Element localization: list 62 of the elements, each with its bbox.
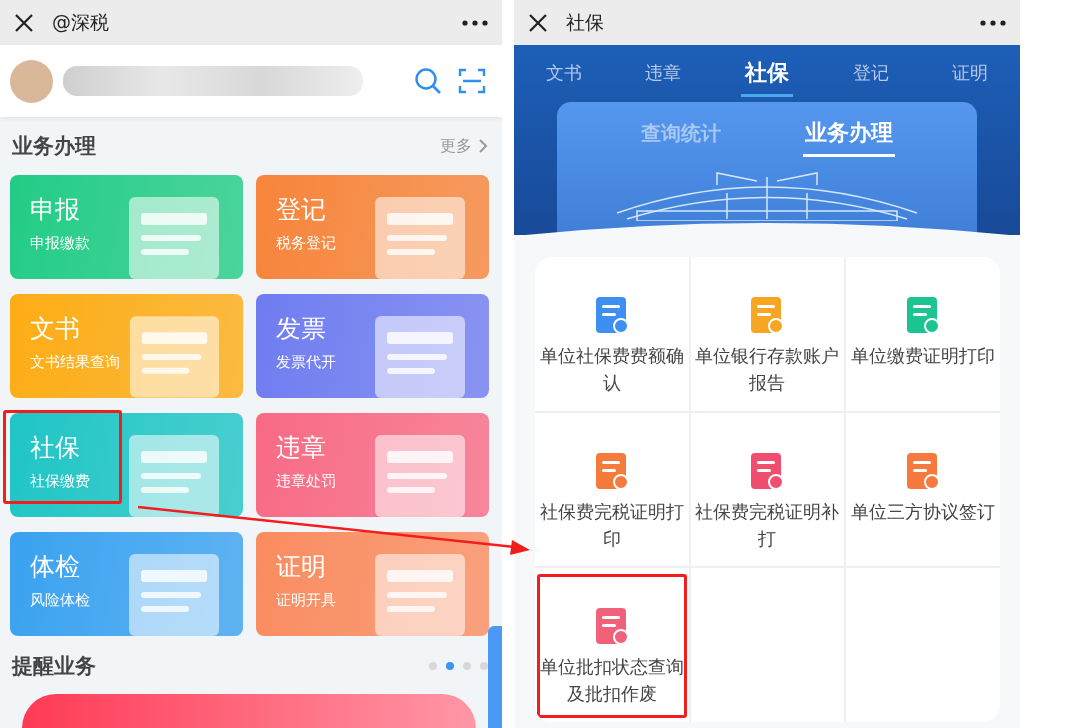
- search-icon[interactable]: [414, 67, 442, 95]
- close-icon[interactable]: [14, 12, 34, 33]
- sub-tab[interactable]: 业务办理: [803, 118, 895, 157]
- more-link[interactable]: 更多: [440, 135, 488, 157]
- document-icon: [593, 295, 630, 335]
- card-title: 社保: [30, 432, 81, 465]
- card-title: 发票: [276, 313, 327, 346]
- service-item[interactable]: 单位批扣状态查询及批扣作废: [535, 568, 689, 722]
- service-card[interactable]: 体检 风险体检: [10, 532, 243, 637]
- card-title: 违章: [276, 432, 327, 465]
- scan-icon[interactable]: [458, 68, 486, 94]
- close-icon[interactable]: [528, 12, 548, 33]
- card-title: 申报: [30, 194, 81, 227]
- card-subtitle: 风险体检: [30, 591, 90, 611]
- item-label: 单位缴费证明打印: [850, 345, 997, 368]
- category-tab[interactable]: 登记: [848, 53, 893, 94]
- chevron-right-icon: [478, 138, 488, 155]
- service-item[interactable]: 单位缴费证明打印: [846, 257, 1000, 411]
- card-subtitle: 违章处罚: [276, 472, 336, 492]
- category-tab[interactable]: 社保: [741, 50, 793, 97]
- more-icon[interactable]: [980, 19, 1006, 26]
- service-card[interactable]: 申报 申报缴款: [10, 175, 243, 280]
- item-label: 社保费完税证明补打: [694, 500, 841, 551]
- card-title: 证明: [276, 551, 327, 584]
- avatar[interactable]: [10, 59, 53, 103]
- page-dot[interactable]: [446, 662, 454, 671]
- item-label: 单位银行存款账户报告: [694, 345, 841, 395]
- item-label: 社保费完税证明打印: [538, 500, 685, 551]
- card-title: 体检: [30, 551, 81, 584]
- service-card[interactable]: 发票 发票代开: [256, 294, 489, 399]
- card-subtitle: 税务登记: [276, 234, 336, 254]
- service-card[interactable]: 证明 证明开具: [256, 532, 489, 637]
- service-item[interactable]: 社保费完税证明补打: [690, 412, 845, 567]
- card-subtitle: 申报缴款: [30, 234, 90, 254]
- window-title: @深税: [52, 9, 110, 35]
- page-dot[interactable]: [480, 662, 488, 671]
- page-dot[interactable]: [429, 662, 437, 671]
- service-card[interactable]: 登记 税务登记: [256, 175, 489, 280]
- category-tab[interactable]: 违章: [641, 53, 686, 94]
- service-item[interactable]: 单位银行存款账户报告: [690, 257, 845, 411]
- more-icon[interactable]: [462, 19, 488, 26]
- card-subtitle: 文书结果查询: [30, 353, 120, 373]
- service-item[interactable]: 社保费完税证明打印: [535, 412, 689, 567]
- category-tab[interactable]: 证明: [948, 53, 993, 94]
- card-subtitle: 社保缴费: [30, 472, 90, 492]
- card-subtitle: 证明开具: [276, 591, 336, 611]
- card-title: 登记: [276, 194, 327, 227]
- item-label: 单位社保费费额确认: [538, 345, 685, 395]
- card-title: 文书: [30, 313, 81, 346]
- category-tab[interactable]: 文书: [541, 53, 586, 94]
- service-item[interactable]: 单位三方协议签订: [846, 412, 1000, 567]
- service-item[interactable]: 单位社保费费额确认: [535, 257, 689, 411]
- service-card[interactable]: 违章 违章处罚: [256, 413, 489, 518]
- page-dot[interactable]: [463, 662, 471, 671]
- section-title: 提醒业务: [12, 653, 96, 681]
- card-subtitle: 发票代开: [276, 353, 336, 373]
- window-title: 社保: [566, 9, 605, 35]
- section-title: 业务办理: [12, 133, 96, 161]
- item-label: 单位批扣状态查询及批扣作废: [538, 656, 685, 707]
- document-icon: [593, 606, 630, 647]
- document-icon: [593, 450, 630, 491]
- item-label: 单位三方协议签订: [850, 500, 997, 524]
